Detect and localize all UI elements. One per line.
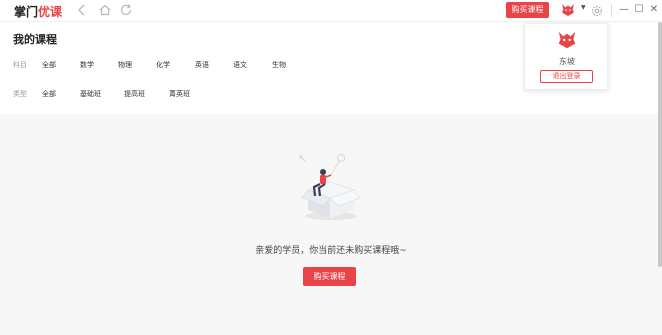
app-logo: 掌门优课 <box>14 3 62 20</box>
buy-course-button[interactable]: 购买课程 <box>303 267 356 286</box>
minimize-button[interactable]: — <box>618 3 630 17</box>
logo-text-accent: 优课 <box>38 5 63 19</box>
chevron-down-icon[interactable]: ▼ <box>581 4 586 11</box>
empty-box-illustration <box>298 152 364 222</box>
subject-option-english[interactable]: 英语 <box>195 59 209 71</box>
home-icon[interactable] <box>97 2 113 18</box>
type-option-basic[interactable]: 基础班 <box>80 88 101 100</box>
vertical-scrollbar[interactable] <box>658 22 662 267</box>
subject-option-chinese[interactable]: 语文 <box>233 59 247 71</box>
user-menu-popover: 东坡 退出登录 <box>524 23 608 90</box>
close-button[interactable]: ✕ <box>648 3 660 17</box>
empty-state-message: 亲爱的学员，你当前还未购买课程哦~ <box>255 246 407 256</box>
page-title: 我的课程 <box>13 33 57 46</box>
type-option-advanced[interactable]: 提高班 <box>124 88 145 100</box>
type-option-all[interactable]: 全部 <box>42 88 56 100</box>
course-list-area <box>0 114 662 335</box>
subject-option-all[interactable]: 全部 <box>42 59 56 71</box>
logo-text-primary: 掌门 <box>14 5 39 19</box>
type-filter-label: 类型 <box>13 90 27 98</box>
user-avatar-large <box>556 29 578 51</box>
subject-option-chemistry[interactable]: 化学 <box>156 59 170 71</box>
subject-option-math[interactable]: 数学 <box>80 59 94 71</box>
type-option-elite[interactable]: 菁英班 <box>169 88 190 100</box>
title-bar: 掌门优课 购买课程 ▼ — ☐ ✕ <box>0 0 662 22</box>
username: 东坡 <box>559 57 575 66</box>
user-avatar[interactable] <box>560 2 576 18</box>
logout-button[interactable]: 退出登录 <box>540 70 593 83</box>
subject-filter-label: 科目 <box>13 61 27 69</box>
gear-icon[interactable] <box>590 3 604 17</box>
refresh-icon[interactable] <box>118 2 134 18</box>
subject-option-physics[interactable]: 物理 <box>118 59 132 71</box>
titlebar-divider <box>611 4 612 17</box>
buy-course-button-top[interactable]: 购买课程 <box>506 2 549 18</box>
maximize-button[interactable]: ☐ <box>633 3 645 17</box>
subject-option-biology[interactable]: 生物 <box>272 59 286 71</box>
chevron-left-icon[interactable] <box>74 2 90 18</box>
